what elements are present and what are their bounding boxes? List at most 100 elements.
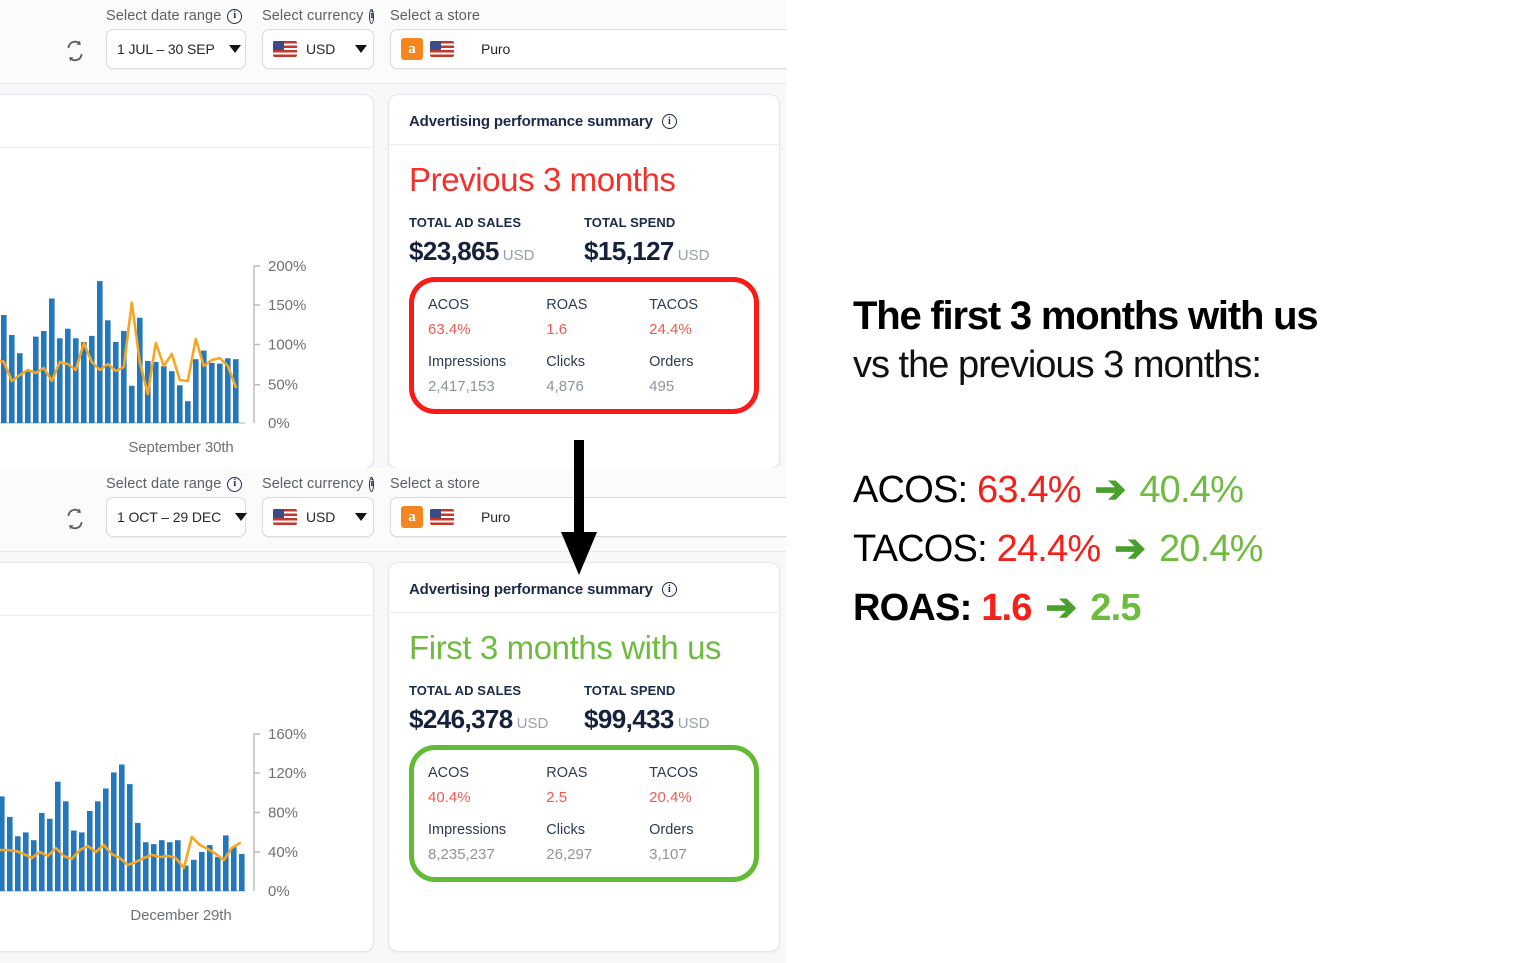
info-icon[interactable]: i xyxy=(369,476,375,492)
store-label-text-top: Select a store xyxy=(390,8,481,24)
chart-previous-xlabel: September 30th xyxy=(128,439,234,456)
stat-to-tacos: 20.4% xyxy=(1158,527,1264,570)
currency-label-text-bottom: Select currency xyxy=(262,476,364,492)
chart-previous-axis xyxy=(253,265,260,423)
total-spend-value-wrap: $15,127 USD xyxy=(584,236,759,267)
currency-field-top: Select currency i USD xyxy=(262,8,375,69)
acos-label: ACOS xyxy=(428,764,470,781)
us-flag-icon xyxy=(273,509,297,525)
toolbar-top: Select date range i 1 JUL – 30 SEP Selec… xyxy=(0,0,786,84)
total-spend-currency: USD xyxy=(677,714,710,732)
total-spend-value-wrap: $99,433 USD xyxy=(584,704,759,735)
chart-first-xlabel: December 29th xyxy=(130,907,232,924)
metrics-grid-previous: ACOS ROAS TACOS 63.4% 1.6 24.4% Impressi… xyxy=(422,295,746,395)
callout-subhead: vs the previous 3 months: xyxy=(853,344,1262,387)
roas-value: 2.5 xyxy=(546,788,568,806)
orders-label: Orders xyxy=(649,821,694,838)
refresh-icon[interactable] xyxy=(62,506,88,532)
totals-first: TOTAL AD SALES $246,378 USD TOTAL SPEND $… xyxy=(409,683,759,735)
slide-root: Select date range i 1 JUL – 30 SEP Selec… xyxy=(0,0,1536,963)
impressions-value: 2,417,153 xyxy=(428,377,495,395)
chart-card-header-first xyxy=(0,563,373,616)
currency-select-top[interactable]: USD xyxy=(262,29,374,69)
us-flag-icon xyxy=(430,509,454,525)
currency-value-top: USD xyxy=(306,41,336,57)
tacos-label: TACOS xyxy=(649,764,699,781)
total-ad-sales-currency: USD xyxy=(516,714,549,732)
impressions-label: Impressions xyxy=(428,353,507,370)
stat-row-roas: ROAS: 1.6 ➔ 2.5 xyxy=(853,579,1536,638)
date-range-select-bottom[interactable]: 1 OCT – 29 DEC xyxy=(106,497,248,537)
arrow-right-icon: ➔ xyxy=(1094,468,1127,511)
summary-card-first: Advertising performance summary i First … xyxy=(388,562,780,952)
store-label-top: Select a store xyxy=(390,8,786,24)
period-title-first: First 3 months with us xyxy=(409,629,722,666)
svg-text:0%: 0% xyxy=(268,883,290,900)
store-value-top: Puro xyxy=(481,41,511,57)
date-range-select-top[interactable]: 1 JUL – 30 SEP xyxy=(106,29,246,69)
stat-label-roas: ROAS: xyxy=(853,586,972,629)
callout-panel: The first 3 months with us vs the previo… xyxy=(853,0,1536,963)
date-range-field-bottom: Select date range i 1 OCT – 29 DEC xyxy=(106,476,248,537)
impressions-label: Impressions xyxy=(428,821,507,838)
summary-card-title-first: Advertising performance summary xyxy=(409,581,653,598)
acos-value: 40.4% xyxy=(428,788,471,806)
info-icon[interactable]: i xyxy=(227,476,243,492)
total-ad-sales-value-wrap: $246,378 USD xyxy=(409,704,584,735)
summary-card-previous: Advertising performance summary i Previo… xyxy=(388,94,780,468)
summary-card-title-previous: Advertising performance summary xyxy=(409,113,653,130)
acos-value: 63.4% xyxy=(428,320,471,338)
orders-value: 3,107 xyxy=(649,845,687,863)
refresh-icon[interactable] xyxy=(62,38,88,64)
screenshot-previous-period: Select date range i 1 JUL – 30 SEP Selec… xyxy=(0,0,786,468)
svg-text:200%: 200% xyxy=(268,258,306,275)
metrics-highlight-previous: ACOS ROAS TACOS 63.4% 1.6 24.4% Impressi… xyxy=(409,276,759,414)
clicks-value: 4,876 xyxy=(546,377,584,395)
chart-first-svg: 160% 120% 80% 40% 0% xyxy=(0,726,306,900)
summary-card-body-previous: Previous 3 months TOTAL AD SALES $23,865… xyxy=(389,145,779,414)
clicks-label: Clicks xyxy=(546,353,585,370)
total-spend-label: TOTAL SPEND xyxy=(584,214,676,230)
stat-from-acos: 63.4% xyxy=(977,468,1082,511)
total-ad-sales-value: $246,378 xyxy=(409,703,513,734)
date-range-label-bottom: Select date range i xyxy=(106,476,246,492)
info-icon[interactable]: i xyxy=(369,8,375,24)
store-select-top[interactable]: a Puro xyxy=(390,29,786,69)
total-spend-previous: TOTAL SPEND $15,127 USD xyxy=(584,215,759,267)
chevron-down-icon xyxy=(235,513,248,521)
currency-label-bottom: Select currency i xyxy=(262,476,375,492)
total-ad-sales-label: TOTAL AD SALES xyxy=(409,682,522,698)
date-range-label-text-bottom: Select date range xyxy=(106,476,222,492)
chevron-down-icon xyxy=(355,45,367,53)
callout-headline: The first 3 months with us xyxy=(853,294,1319,338)
roas-value: 1.6 xyxy=(546,320,568,338)
svg-text:50%: 50% xyxy=(268,377,298,394)
tacos-value: 24.4% xyxy=(649,320,692,338)
store-value-bottom: Puro xyxy=(481,509,511,525)
currency-value-bottom: USD xyxy=(306,509,336,525)
chart-first: 160% 120% 80% 40% 0% December 29th xyxy=(0,616,373,938)
info-icon[interactable]: i xyxy=(661,582,677,597)
orders-value: 495 xyxy=(649,377,675,395)
total-spend-label: TOTAL SPEND xyxy=(584,682,676,698)
date-range-value-top: 1 JUL – 30 SEP xyxy=(117,41,215,57)
svg-text:150%: 150% xyxy=(268,297,306,314)
date-range-label-text-top: Select date range xyxy=(106,8,222,24)
total-ad-sales-previous: TOTAL AD SALES $23,865 USD xyxy=(409,215,584,267)
stat-row-tacos: TACOS: 24.4% ➔ 20.4% xyxy=(853,520,1536,579)
roas-label: ROAS xyxy=(546,764,588,781)
acos-label: ACOS xyxy=(428,296,470,313)
info-icon[interactable]: i xyxy=(661,114,677,129)
chart-first-axis xyxy=(253,733,260,891)
chart-card-previous: 200% 150% 100% 50% 0% September 30th xyxy=(0,94,374,468)
chart-previous: 200% 150% 100% 50% 0% September 30th xyxy=(0,148,373,468)
date-range-label-top: Select date range i xyxy=(106,8,246,24)
chart-card-header-previous xyxy=(0,95,373,148)
total-spend-value: $15,127 xyxy=(584,235,674,266)
info-icon[interactable]: i xyxy=(227,8,243,24)
store-label-text-bottom: Select a store xyxy=(390,476,481,492)
currency-select-bottom[interactable]: USD xyxy=(262,497,374,537)
svg-text:0%: 0% xyxy=(268,415,290,432)
svg-text:120%: 120% xyxy=(268,765,306,782)
cards-row-bottom: 160% 120% 80% 40% 0% December 29th Adver… xyxy=(0,552,786,952)
